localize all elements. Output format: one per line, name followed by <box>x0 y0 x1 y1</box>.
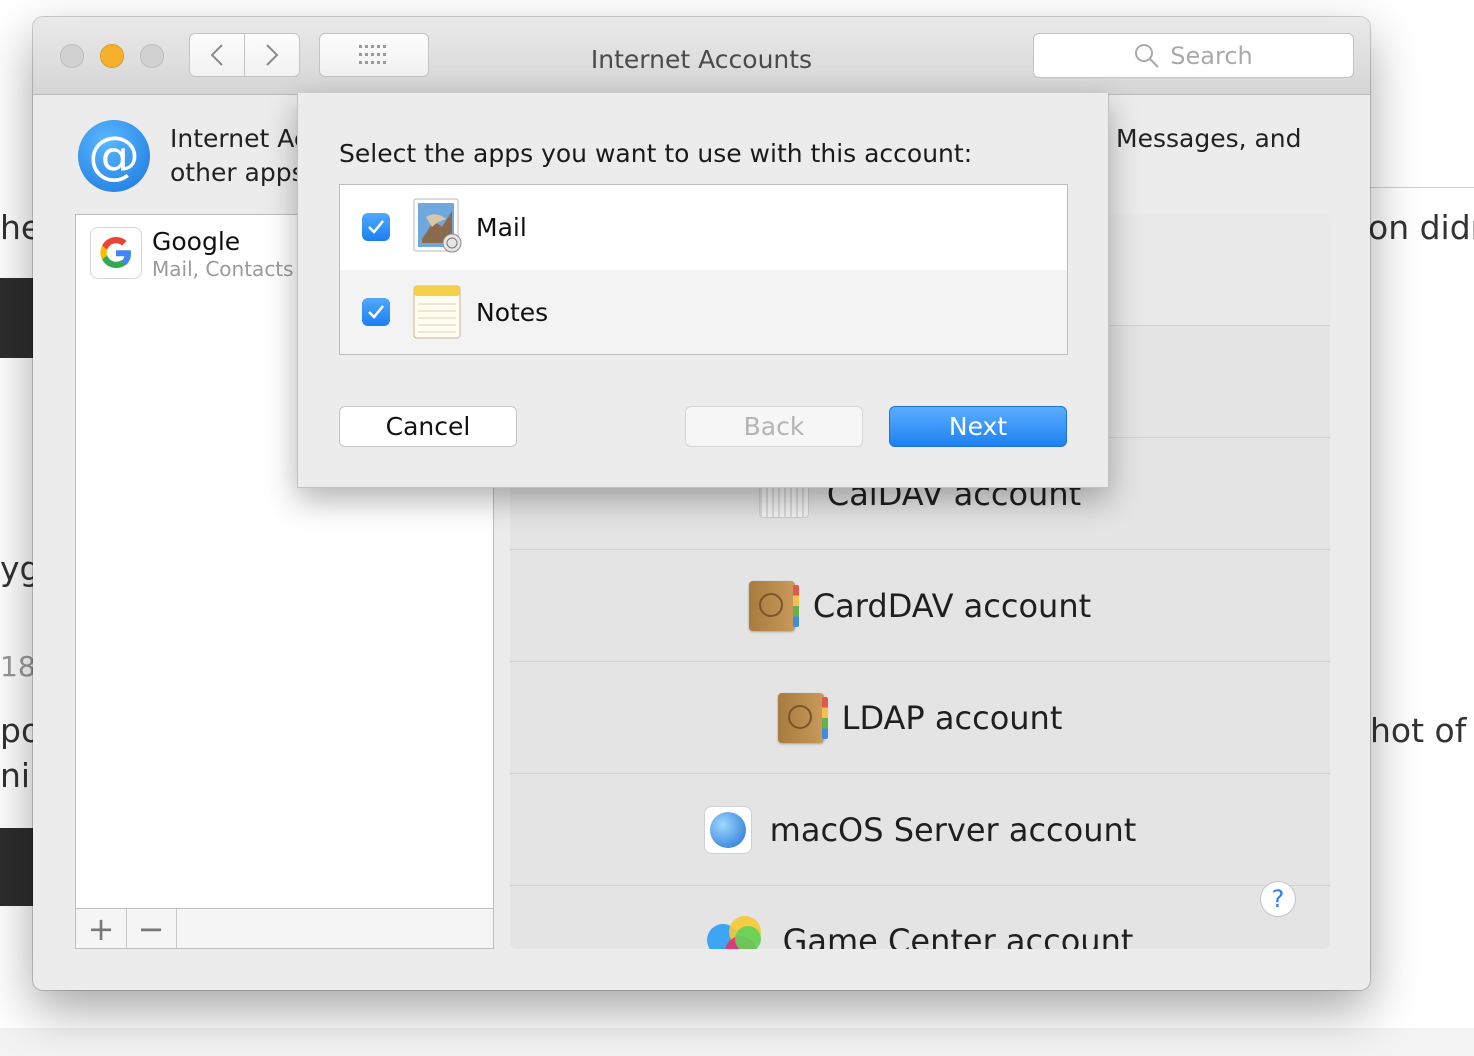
mail-icon <box>412 197 462 253</box>
app-label: Mail <box>476 213 527 242</box>
select-apps-sheet: Select the apps you want to use with thi… <box>297 93 1109 488</box>
mail-checkbox[interactable] <box>362 213 390 241</box>
description-line-1: Internet Ac <box>170 124 308 153</box>
provider-label: LDAP account <box>841 698 1063 737</box>
contacts-book-icon <box>777 692 828 743</box>
provider-label: macOS Server account <box>769 810 1137 849</box>
search-placeholder: Search <box>1170 41 1253 70</box>
provider-label: Game Center account <box>782 922 1134 949</box>
account-services: Mail, Contacts <box>152 257 294 281</box>
app-row-mail[interactable]: Mail <box>340 185 1067 269</box>
provider-row-macos-server[interactable]: macOS Server account <box>510 774 1330 886</box>
bg-text: on didr <box>1368 208 1474 247</box>
checkmark-icon <box>368 305 384 319</box>
sheet-prompt: Select the apps you want to use with thi… <box>339 139 973 168</box>
bg-footer <box>0 1028 1474 1056</box>
notes-icon <box>412 282 461 339</box>
accounts-list-footer: + − <box>75 908 494 949</box>
google-icon <box>90 227 142 279</box>
title-bar: Internet Accounts Search <box>33 17 1370 95</box>
provider-row-ldap[interactable]: LDAP account <box>510 662 1330 774</box>
search-icon <box>1135 43 1159 68</box>
bg-dark-block <box>0 278 36 358</box>
app-label: Notes <box>476 298 549 327</box>
checkmark-icon <box>368 220 384 234</box>
help-button[interactable]: ? <box>1260 881 1296 917</box>
account-name: Google <box>152 227 241 256</box>
next-button[interactable]: Next <box>889 406 1067 447</box>
search-field[interactable]: Search <box>1033 33 1354 78</box>
bg-dark-block <box>0 828 36 906</box>
game-center-icon <box>706 916 765 949</box>
provider-row-game-center[interactable]: Game Center account <box>510 886 1330 949</box>
at-sign-icon: @ <box>78 120 150 192</box>
app-row-notes[interactable]: Notes <box>340 270 1067 354</box>
provider-label: CardDAV account <box>812 586 1092 625</box>
bg-text: hot of i <box>1370 711 1474 750</box>
internet-accounts-window: Internet Accounts Search @ Internet Ac o… <box>33 17 1370 990</box>
description-line-2: other apps <box>170 158 305 187</box>
add-account-button[interactable]: + <box>76 909 127 948</box>
notes-checkbox[interactable] <box>362 298 390 326</box>
apps-list: Mail Notes <box>339 184 1068 355</box>
remove-account-button[interactable]: − <box>126 909 177 948</box>
back-button[interactable]: Back <box>685 406 863 447</box>
contacts-book-icon <box>748 580 799 631</box>
provider-row-carddav[interactable]: CardDAV account <box>510 550 1330 662</box>
server-globe-icon <box>703 805 752 854</box>
cancel-button[interactable]: Cancel <box>339 406 517 447</box>
description-right: Messages, and <box>1116 124 1302 153</box>
bg-divider <box>1370 187 1474 188</box>
